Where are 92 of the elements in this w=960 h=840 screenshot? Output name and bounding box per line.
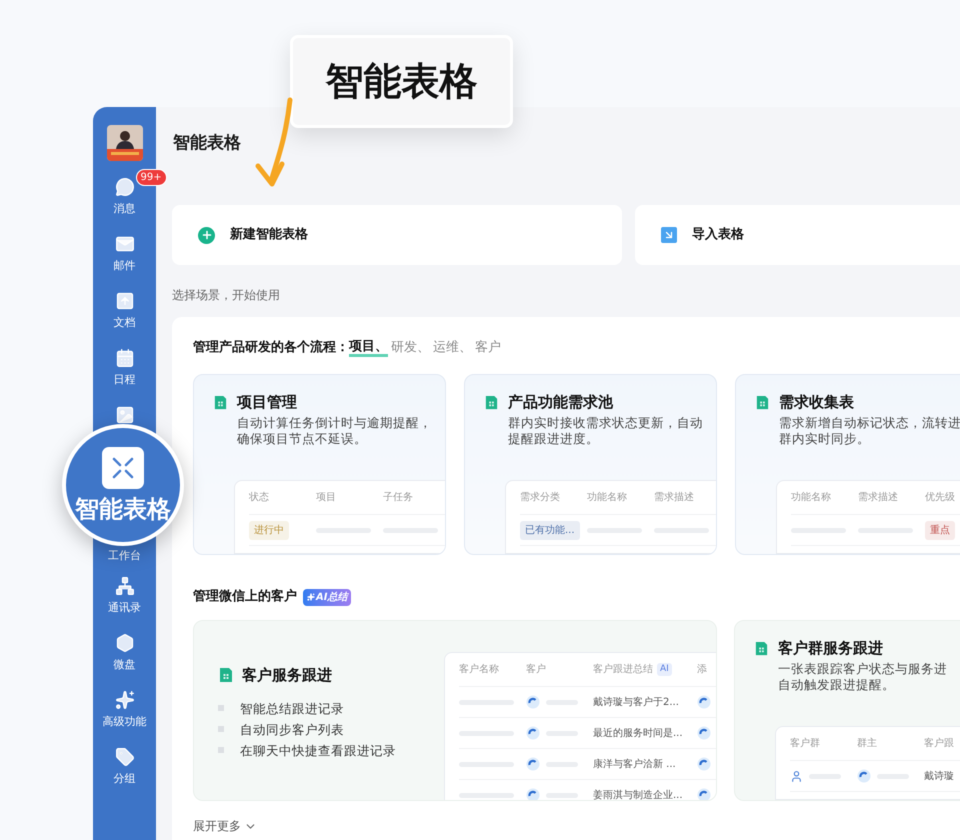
section-heading: 管理微信上的客户 bbox=[193, 588, 297, 606]
nav-item[interactable]: 高级功能 bbox=[102, 680, 146, 737]
sheet-icon bbox=[213, 395, 228, 410]
column-header: 优先级 bbox=[925, 490, 955, 505]
table-cell-text: 姜雨淇与制造企业... bbox=[593, 788, 683, 800]
column-header: 群主 bbox=[857, 736, 877, 751]
avatar-icon bbox=[526, 695, 540, 709]
feature-bullet: 智能总结跟进记录 bbox=[240, 700, 344, 716]
action-card[interactable]: 新建智能表格 bbox=[172, 205, 622, 265]
avatar-icon bbox=[697, 695, 711, 709]
card-title: 客户群服务跟进 bbox=[778, 638, 884, 658]
card-description: 群内实时接收需求状态更新，自动 提醒跟进进度。 bbox=[508, 415, 703, 447]
column-header: 需求分类 bbox=[520, 490, 560, 505]
status-tag: 进行中 bbox=[249, 520, 289, 540]
feature-bullet: 在聊天中快捷查看跟进记录 bbox=[240, 742, 396, 758]
column-header: 项目 bbox=[316, 491, 336, 505]
person-icon bbox=[790, 770, 803, 782]
card-description: 自动计算任务倒计时与逾期提醒， 确保项目节点不延误。 bbox=[237, 415, 432, 447]
nav-icon bbox=[114, 690, 134, 710]
scene-tab[interactable]: 运维、 bbox=[433, 338, 472, 358]
nav-icon bbox=[114, 747, 134, 767]
avatar-icon bbox=[697, 726, 711, 740]
status-tag: 重点 bbox=[925, 520, 955, 540]
table-cell-text: 最近的服务时间是... bbox=[593, 726, 683, 740]
nav-icon bbox=[114, 576, 134, 596]
sheet-icon bbox=[754, 641, 769, 656]
template-card[interactable]: 产品功能需求池 群内实时接收需求状态更新，自动 提醒跟进进度。 需求分类 功能名称 需求描述 已有功能... bbox=[464, 374, 717, 555]
nav-item[interactable]: 日程 bbox=[114, 338, 136, 395]
card-title: 需求收集表 bbox=[779, 392, 855, 412]
feature-card[interactable]: 客户服务跟进 智能总结跟进记录 自动同步客户列表 在聊天中快捷查看跟进记录 客户名称 客户 客户跟进总结 AI 添 戴诗璇与客户于2... 最近的服务时间是... 康洋与客户洽新 ... 姜雨淇与制造企业... bbox=[193, 620, 717, 801]
action-card[interactable]: 导入表格 bbox=[635, 205, 960, 265]
scene-tab[interactable]: 项目、 bbox=[349, 340, 388, 356]
column-header: 需求描述 bbox=[654, 490, 694, 505]
feature-bullet: 自动同步客户列表 bbox=[240, 720, 344, 738]
bullet-icon bbox=[218, 747, 224, 753]
nav-icon bbox=[114, 291, 134, 311]
template-card[interactable]: 客户群服务跟进 一张表跟踪客户状态与服务进 自动触发跟进提醒。 客户群 群主 客户跟 戴诗璇 bbox=[734, 620, 960, 801]
table-cell-text: 康洋与客户洽新 ... bbox=[593, 758, 676, 772]
avatar-icon bbox=[526, 726, 540, 740]
nav-item[interactable]: 分组 bbox=[114, 737, 136, 794]
column-header: 客户跟进总结 bbox=[593, 662, 653, 677]
column-header: 功能名称 bbox=[587, 490, 627, 505]
sheet-icon bbox=[218, 667, 234, 684]
card-description: 一张表跟踪客户状态与服务进 自动触发跟进提醒。 bbox=[778, 661, 947, 693]
sheet-app-icon bbox=[102, 447, 144, 489]
sheet-icon bbox=[755, 395, 770, 410]
scene-tab[interactable]: 客户 bbox=[475, 338, 501, 358]
nav-icon[interactable] bbox=[114, 405, 134, 425]
unread-badge: 99+ bbox=[136, 169, 167, 186]
nav-icon bbox=[114, 633, 134, 653]
column-header: 客户名称 bbox=[459, 662, 499, 677]
callout-label: 智能表格 bbox=[290, 35, 513, 128]
add-icon bbox=[198, 226, 215, 244]
column-header: 子任务 bbox=[383, 491, 413, 505]
avatar-icon bbox=[526, 757, 540, 771]
column-header: 客户 bbox=[526, 662, 546, 677]
import-icon bbox=[661, 227, 677, 243]
card-title: 项目管理 bbox=[237, 392, 298, 412]
nav-icon bbox=[114, 234, 134, 254]
nav-item[interactable]: 工作台 bbox=[108, 549, 141, 562]
column-header: 客户跟 bbox=[924, 736, 954, 751]
column-header: 需求描述 bbox=[858, 490, 898, 505]
avatar-icon bbox=[697, 757, 711, 771]
nav-item[interactable]: 微盘 bbox=[114, 623, 136, 680]
column-header: 添 bbox=[697, 663, 707, 677]
template-card[interactable]: 项目管理 自动计算任务倒计时与逾期提醒， 确保项目节点不延误。 状态 项目 子任务 进行中 bbox=[193, 374, 446, 555]
column-header: 客户群 bbox=[790, 736, 820, 751]
expand-more-button[interactable]: 展开更多 bbox=[193, 817, 257, 835]
nav-item[interactable]: 通讯录 bbox=[108, 566, 141, 623]
ai-badge: AI总结 bbox=[303, 588, 352, 606]
bullet-icon bbox=[218, 705, 224, 711]
sheet-icon bbox=[484, 395, 499, 410]
avatar-icon bbox=[857, 769, 871, 783]
avatar-icon bbox=[526, 788, 540, 800]
scene-tab[interactable]: 研发、 bbox=[391, 338, 430, 358]
ai-badge: AI bbox=[657, 662, 672, 676]
nav-icon bbox=[114, 177, 134, 197]
column-header: 功能名称 bbox=[791, 490, 831, 505]
scene-hint: 选择场景，开始使用 bbox=[172, 287, 280, 303]
nav-item[interactable]: 文档 bbox=[114, 281, 136, 338]
status-tag: 已有功能... bbox=[520, 520, 580, 540]
nav-item[interactable]: 邮件 bbox=[114, 224, 136, 281]
nav-icon bbox=[114, 348, 134, 368]
avatar-icon bbox=[697, 788, 711, 800]
card-title: 产品功能需求池 bbox=[508, 392, 614, 412]
table-cell-text: 戴诗璇与客户于2... bbox=[593, 696, 679, 710]
section-heading: 管理产品研发的各个流程： bbox=[193, 338, 349, 358]
table-cell-text: 戴诗璇 bbox=[924, 770, 954, 784]
bullet-icon bbox=[218, 726, 224, 732]
card-title: 客户服务跟进 bbox=[242, 665, 332, 686]
page-title: 智能表格 bbox=[173, 132, 241, 154]
column-header: 状态 bbox=[249, 490, 269, 505]
